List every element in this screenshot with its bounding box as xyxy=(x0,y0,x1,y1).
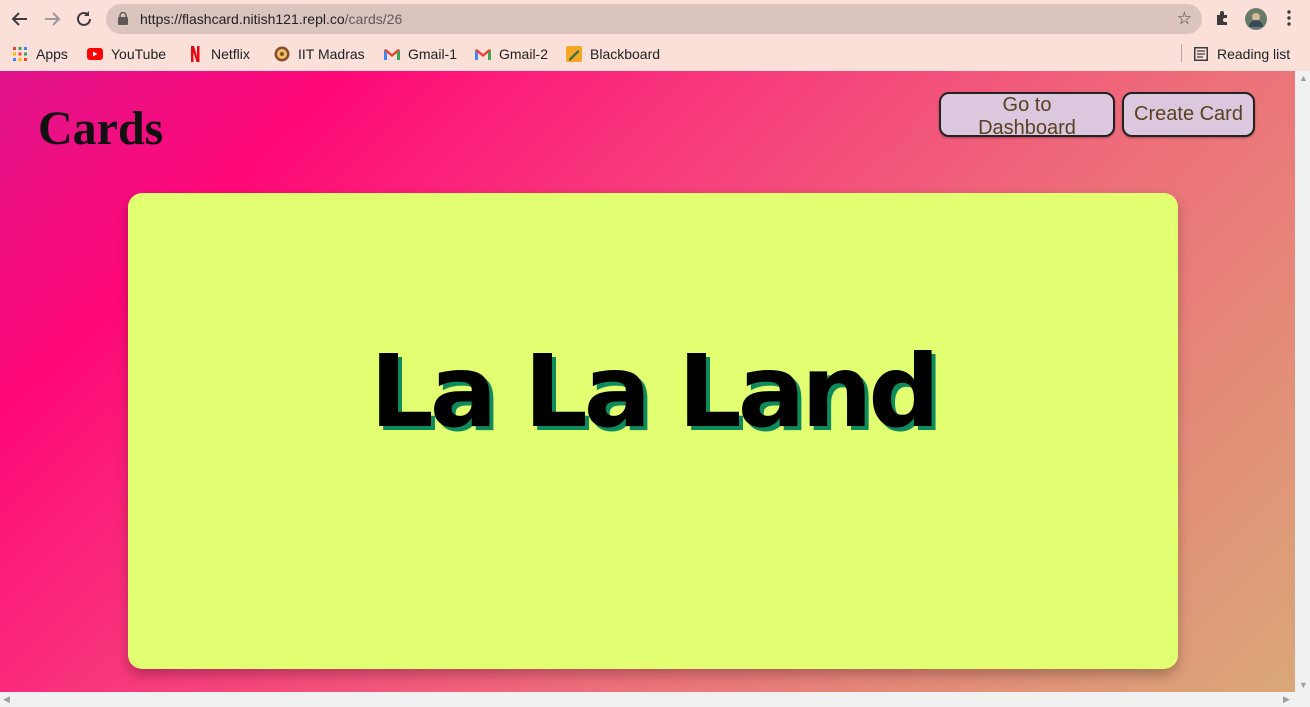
browser-toolbar: https://flashcard.nitish121.repl.co/card… xyxy=(0,0,1310,38)
reading-list-icon xyxy=(1193,46,1209,62)
bookmark-label: IIT Madras xyxy=(298,46,365,62)
lock-icon xyxy=(118,12,128,25)
address-bar[interactable]: https://flashcard.nitish121.repl.co/card… xyxy=(106,4,1202,34)
profile-avatar-icon[interactable] xyxy=(1245,8,1267,30)
bookmark-label: Gmail-2 xyxy=(499,46,549,62)
vertical-scrollbar[interactable]: ▲ ▼ xyxy=(1295,71,1310,692)
bookmark-star-icon[interactable]: ☆ xyxy=(1177,9,1192,29)
go-to-dashboard-button[interactable]: Go to Dashboard xyxy=(939,92,1115,139)
url-text: https://flashcard.nitish121.repl.co/card… xyxy=(140,11,402,27)
bookmark-label: Blackboard xyxy=(590,46,661,62)
gmail-icon xyxy=(475,46,491,62)
gmail-icon xyxy=(384,46,400,62)
bookmark-label: Netflix xyxy=(211,46,250,62)
scroll-left-arrow-icon[interactable]: ◀ xyxy=(3,694,10,705)
bookmark-apps[interactable]: Apps xyxy=(12,44,68,64)
bookmarks-bar: Apps YouTube Netflix IIT Madras Gmail-1 … xyxy=(0,38,1310,72)
forward-icon[interactable] xyxy=(40,7,64,31)
reload-icon[interactable] xyxy=(72,7,96,31)
horizontal-scrollbar[interactable]: ◀ ▶ xyxy=(0,692,1310,707)
scroll-up-arrow-icon[interactable]: ▲ xyxy=(1299,73,1308,83)
create-card-button[interactable]: Create Card xyxy=(1122,92,1255,137)
youtube-icon xyxy=(87,46,103,62)
scroll-down-arrow-icon[interactable]: ▼ xyxy=(1299,680,1308,690)
netflix-icon xyxy=(187,46,203,62)
bookmark-gmail-2[interactable]: Gmail-2 xyxy=(475,44,548,64)
extensions-puzzle-icon[interactable] xyxy=(1214,9,1232,27)
card-front-text: La La Land xyxy=(369,332,940,450)
back-icon[interactable] xyxy=(8,7,32,31)
bookmark-iit-madras[interactable]: IIT Madras xyxy=(274,44,365,64)
page-title: Cards xyxy=(38,102,164,155)
url-host: https://flashcard.nitish121.repl.co xyxy=(140,11,345,27)
page-viewport: Cards Go to Dashboard Create Card La La … xyxy=(0,71,1295,692)
blackboard-icon xyxy=(566,46,582,62)
bookmark-gmail-1[interactable]: Gmail-1 xyxy=(384,44,457,64)
apps-grid-icon xyxy=(12,46,28,62)
flashcard[interactable]: La La Land xyxy=(128,193,1178,669)
bookmark-label: Apps xyxy=(36,46,68,62)
scroll-right-arrow-icon[interactable]: ▶ xyxy=(1283,694,1290,705)
url-path: /cards/26 xyxy=(344,11,403,27)
iit-madras-icon xyxy=(274,46,290,62)
bookmark-blackboard[interactable]: Blackboard xyxy=(566,44,660,64)
bookmarks-divider xyxy=(1181,44,1182,62)
bookmark-label: Gmail-1 xyxy=(408,46,458,62)
reading-list-label: Reading list xyxy=(1217,46,1291,62)
reading-list[interactable]: Reading list xyxy=(1193,44,1290,64)
bookmark-netflix[interactable]: Netflix xyxy=(187,44,250,64)
menu-kebab-icon[interactable] xyxy=(1280,9,1298,27)
bookmark-youtube[interactable]: YouTube xyxy=(87,44,166,64)
bookmark-label: YouTube xyxy=(111,46,167,62)
